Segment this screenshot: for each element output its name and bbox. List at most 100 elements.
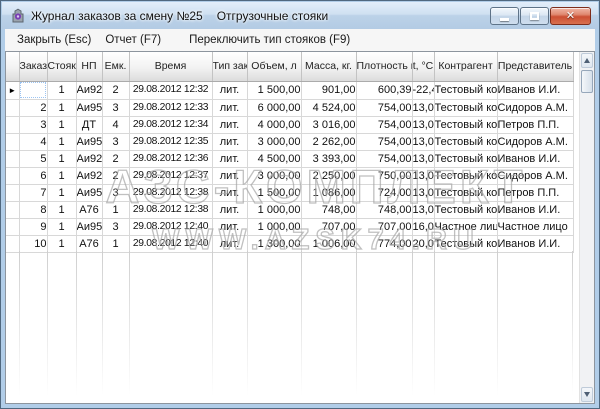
cell[interactable]: 1 xyxy=(47,184,76,201)
cell[interactable]: Тестовый контрагент xyxy=(434,133,497,150)
cell[interactable]: лит. xyxy=(212,201,247,218)
cell[interactable]: 1 xyxy=(102,235,129,252)
cell[interactable]: 1 xyxy=(47,235,76,252)
column-header-6[interactable]: Объем, л xyxy=(247,52,301,81)
cell[interactable]: 2 xyxy=(102,167,129,184)
row-selector[interactable] xyxy=(6,150,19,167)
cell[interactable]: 2 262,00 xyxy=(301,133,356,150)
column-header-3[interactable]: Емк. xyxy=(102,52,129,81)
cell[interactable]: 9 xyxy=(19,218,47,235)
cell[interactable]: 901,00 xyxy=(301,81,356,99)
cell[interactable]: Тестовый контрагент xyxy=(434,167,497,184)
cell[interactable]: 29.08.2012 12:33 xyxy=(129,99,212,116)
scrollbar-thumb[interactable] xyxy=(581,70,593,93)
cell[interactable]: Аи95 xyxy=(76,99,102,116)
cell[interactable]: Частное лицо xyxy=(434,218,497,235)
column-header-1[interactable]: Стояк xyxy=(47,52,76,81)
cell[interactable]: 6 000,00 xyxy=(247,99,301,116)
row-selector[interactable] xyxy=(6,133,19,150)
cell[interactable]: 16,0 xyxy=(412,218,434,235)
vertical-scrollbar[interactable] xyxy=(579,52,594,403)
minimize-button[interactable] xyxy=(490,7,519,25)
cell[interactable]: А76 xyxy=(76,201,102,218)
cell[interactable]: Тестовый контрагент xyxy=(434,184,497,201)
cell[interactable]: 724,00 xyxy=(356,184,412,201)
cell[interactable]: 1 006,00 xyxy=(301,235,356,252)
row-selector[interactable] xyxy=(6,218,19,235)
cell[interactable]: 3 000,00 xyxy=(247,133,301,150)
cell[interactable]: Петров П.П. xyxy=(497,184,573,201)
cell[interactable]: 8 xyxy=(19,201,47,218)
row-selector[interactable]: ► xyxy=(6,81,19,99)
cell[interactable]: Сидоров А.М. xyxy=(497,167,573,184)
cell[interactable]: А76 xyxy=(76,235,102,252)
column-header-0[interactable]: Заказ xyxy=(19,52,47,81)
cell[interactable]: 29.08.2012 12:38 xyxy=(129,184,212,201)
scroll-down-button[interactable] xyxy=(581,387,593,402)
menu-item-close[interactable]: Закрыть (Esc) xyxy=(10,31,98,49)
cell[interactable]: 1 500,00 xyxy=(247,81,301,99)
cell[interactable]: 1 xyxy=(47,99,76,116)
cell[interactable]: ДТ xyxy=(76,116,102,133)
cell[interactable]: 3 016,00 xyxy=(301,116,356,133)
cell[interactable]: 29.08.2012 12:36 xyxy=(129,150,212,167)
cell[interactable]: 1 xyxy=(47,116,76,133)
cell[interactable]: 1 xyxy=(47,150,76,167)
cell[interactable]: 5 xyxy=(19,150,47,167)
cell[interactable]: 3 xyxy=(102,184,129,201)
cell[interactable]: 754,00 xyxy=(356,116,412,133)
cell[interactable]: 1 000,00 xyxy=(247,218,301,235)
cell[interactable]: 1 xyxy=(47,81,76,99)
cell[interactable]: 1 xyxy=(19,81,47,99)
cell[interactable]: лит. xyxy=(212,99,247,116)
cell[interactable]: лит. xyxy=(212,167,247,184)
cell[interactable]: Аи92 xyxy=(76,150,102,167)
cell[interactable]: 7 xyxy=(19,184,47,201)
cell[interactable]: 13,0 xyxy=(412,99,434,116)
cell[interactable]: 1 xyxy=(47,167,76,184)
cell[interactable]: 1 000,00 xyxy=(247,201,301,218)
cell[interactable]: 3 xyxy=(102,218,129,235)
cell[interactable]: 1 500,00 xyxy=(247,184,301,201)
titlebar[interactable]: Журнал заказов за смену №25 Отгрузочные … xyxy=(2,2,598,29)
cell[interactable]: 1 xyxy=(47,201,76,218)
cell[interactable]: 4 000,00 xyxy=(247,116,301,133)
cell[interactable]: 4 500,00 xyxy=(247,150,301,167)
cell[interactable]: лит. xyxy=(212,116,247,133)
cell[interactable]: Тестовый контрагент xyxy=(434,99,497,116)
cell[interactable]: Аи92 xyxy=(76,167,102,184)
cell[interactable]: 774,00 xyxy=(356,235,412,252)
cell[interactable]: 3 xyxy=(102,99,129,116)
column-header-10[interactable]: Контрагент xyxy=(434,52,497,81)
cell[interactable]: -22,4 xyxy=(412,81,434,99)
cell[interactable]: 754,00 xyxy=(356,99,412,116)
cell[interactable]: 13,0 xyxy=(412,167,434,184)
cell[interactable]: Иванов И.И. xyxy=(497,150,573,167)
cell[interactable]: 2 xyxy=(102,81,129,99)
cell[interactable]: 6 xyxy=(19,167,47,184)
column-header-11[interactable]: Представитель xyxy=(497,52,573,81)
cell[interactable]: 750,00 xyxy=(356,167,412,184)
row-selector[interactable] xyxy=(6,116,19,133)
maximize-button[interactable] xyxy=(520,7,549,25)
row-selector[interactable] xyxy=(6,99,19,116)
cell[interactable]: Аи92 xyxy=(76,81,102,99)
menu-item-report[interactable]: Отчет (F7) xyxy=(98,31,168,49)
cell[interactable]: 29.08.2012 12:32 xyxy=(129,81,212,99)
cell[interactable]: Иванов И.И. xyxy=(497,235,573,252)
cell[interactable]: лит. xyxy=(212,150,247,167)
cell[interactable]: Аи95 xyxy=(76,218,102,235)
cell[interactable]: Тестовый контрагент xyxy=(434,116,497,133)
cell[interactable]: 20,0 xyxy=(412,235,434,252)
cell[interactable]: 13,0 xyxy=(412,133,434,150)
cell[interactable]: 1 300,00 xyxy=(247,235,301,252)
cell[interactable]: Тестовый контрагент xyxy=(434,201,497,218)
cell[interactable]: 13,0 xyxy=(412,201,434,218)
cell[interactable]: 29.08.2012 12:35 xyxy=(129,133,212,150)
menu-item-switch-rack-type[interactable]: Переключить тип стояков (F9) xyxy=(182,31,357,49)
cell[interactable]: 3 393,00 xyxy=(301,150,356,167)
cell[interactable]: 13,0 xyxy=(412,150,434,167)
row-selector[interactable] xyxy=(6,201,19,218)
cell[interactable]: 1 xyxy=(47,133,76,150)
cell[interactable]: Тестовый контрагент xyxy=(434,81,497,99)
